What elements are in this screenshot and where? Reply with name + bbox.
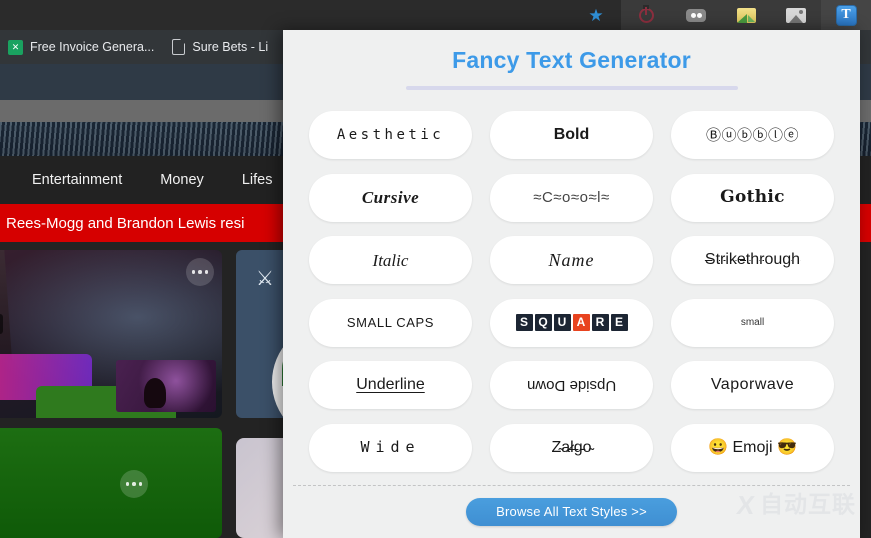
style-button-emoji[interactable]: 😀 Emoji 😎 <box>671 423 834 472</box>
watermark: X 自动互联 <box>734 489 856 520</box>
star-icon[interactable]: ★ <box>571 0 621 30</box>
style-button-wide[interactable]: Wide <box>309 423 472 472</box>
style-label: ≈C≈o≈o≈l≈ <box>533 189 610 207</box>
spreadsheet-icon: ✕ <box>8 39 23 55</box>
bookmark-item[interactable]: Sure Bets - Li <box>172 39 268 55</box>
style-button-cursive[interactable]: Cursive <box>309 173 472 222</box>
star-glyph: ★ <box>588 5 604 25</box>
style-label: Aesthetic <box>336 127 445 144</box>
square-letter: U <box>553 314 571 332</box>
style-label: 😀 Emoji 😎 <box>708 438 797 456</box>
style-button-underline[interactable]: Underline <box>309 361 472 410</box>
style-button-name[interactable]: Name <box>490 236 653 285</box>
style-label: Bold <box>553 126 590 144</box>
style-button-bold[interactable]: Bold <box>490 111 653 160</box>
style-label: SQUARE <box>515 314 628 332</box>
style-button-gothic[interactable]: Gothic <box>671 173 834 222</box>
text-tool-glyph: T <box>835 4 857 26</box>
video-duration-badge: 5:50 <box>0 314 4 334</box>
style-label: Z̴a̷l̶g̵o̴ <box>551 438 592 456</box>
style-button-vaporwave[interactable]: Vaporwave <box>671 361 834 410</box>
glasses-icon[interactable] <box>671 0 721 30</box>
popup-footer: Browse All Text Styles >> X 自动互联 <box>283 485 860 538</box>
style-button-square[interactable]: SQUARE <box>490 298 653 347</box>
document-icon <box>172 39 186 55</box>
extension-button-group: ★ T <box>571 0 871 30</box>
fancy-text-generator-popup: Fancy Text Generator Aesthetic Bold Ⓑⓤⓑⓑ… <box>283 30 860 538</box>
bookmark-label: Free Invoice Genera... <box>30 40 155 54</box>
bookmark-item[interactable]: ✕ Free Invoice Genera... <box>8 39 155 55</box>
style-button-cool[interactable]: ≈C≈o≈o≈l≈ <box>490 173 653 222</box>
style-button-bubble[interactable]: Ⓑⓤⓑⓑⓛⓔ <box>671 111 834 160</box>
video-thumbnail-inset <box>116 360 216 412</box>
card-overflow-menu-button[interactable] <box>120 470 148 498</box>
glasses-glyph <box>686 8 706 22</box>
style-label: Underline <box>356 376 425 394</box>
folder-icon[interactable] <box>721 0 771 30</box>
swords-icon: ⚔ <box>256 268 274 290</box>
screen: ★ T ✕ Free Invoice Genera... Sure Bets -… <box>0 0 871 538</box>
style-label: Upside Down <box>526 376 617 394</box>
bookmark-label: Sure Bets - Li <box>192 40 269 54</box>
image-glyph <box>786 7 806 23</box>
nav-item-money[interactable]: Money <box>160 172 204 188</box>
square-letter: A <box>572 314 590 332</box>
style-button-italic[interactable]: Italic <box>309 236 472 285</box>
watermark-text: 自动互联 <box>760 491 856 518</box>
browse-all-text-styles-button[interactable]: Browse All Text Styles >> <box>466 497 677 526</box>
text-tool-icon[interactable]: T <box>821 0 871 30</box>
folder-glyph <box>736 7 756 23</box>
style-label: Vaporwave <box>710 376 795 394</box>
watermark-mark: X <box>734 489 757 520</box>
square-letter: R <box>591 314 609 332</box>
style-button-small[interactable]: small <box>671 298 834 347</box>
square-letter: Q <box>534 314 552 332</box>
browser-toolbar: ★ T <box>0 0 871 30</box>
nav-item-lifestyle[interactable]: Lifes <box>242 172 273 188</box>
style-button-small-caps[interactable]: SMALL CAPS <box>309 298 472 347</box>
style-label: small <box>740 316 765 328</box>
style-button-aesthetic[interactable]: Aesthetic <box>309 111 472 160</box>
nav-item-entertainment[interactable]: Entertainment <box>32 172 122 188</box>
style-label: Cursive <box>361 188 420 208</box>
green-card[interactable] <box>0 428 222 538</box>
power-glyph <box>638 7 654 23</box>
style-button-upside-down[interactable]: Upside Down <box>490 361 653 410</box>
style-button-strikethrough[interactable]: Strikethrough <box>671 236 834 285</box>
style-label: Ⓑⓤⓑⓑⓛⓔ <box>705 126 799 144</box>
square-letter: E <box>610 314 628 332</box>
card-overflow-menu-button[interactable] <box>186 258 214 286</box>
square-letter: S <box>515 314 533 332</box>
power-icon[interactable] <box>621 0 671 30</box>
image-icon[interactable] <box>771 0 821 30</box>
card-art-shape <box>0 250 12 360</box>
style-label: Gothic <box>720 187 785 208</box>
text-style-grid: Aesthetic Bold Ⓑⓤⓑⓑⓛⓔ Cursive ≈C≈o≈o≈l≈ … <box>283 90 860 479</box>
style-button-zalgo[interactable]: Z̴a̷l̶g̵o̴ <box>490 423 653 472</box>
breaking-news-text: Rees-Mogg and Brandon Lewis resi <box>6 214 245 232</box>
style-label: Strikethrough <box>704 251 801 269</box>
style-label: SMALL CAPS <box>346 315 435 331</box>
style-label: Italic <box>372 250 409 270</box>
video-card[interactable]: 5:50 aaaaaa of Legends <box>0 250 222 418</box>
style-label: Name <box>548 250 595 271</box>
style-label: Wide <box>360 438 421 457</box>
page-title: Fancy Text Generator <box>452 47 691 73</box>
